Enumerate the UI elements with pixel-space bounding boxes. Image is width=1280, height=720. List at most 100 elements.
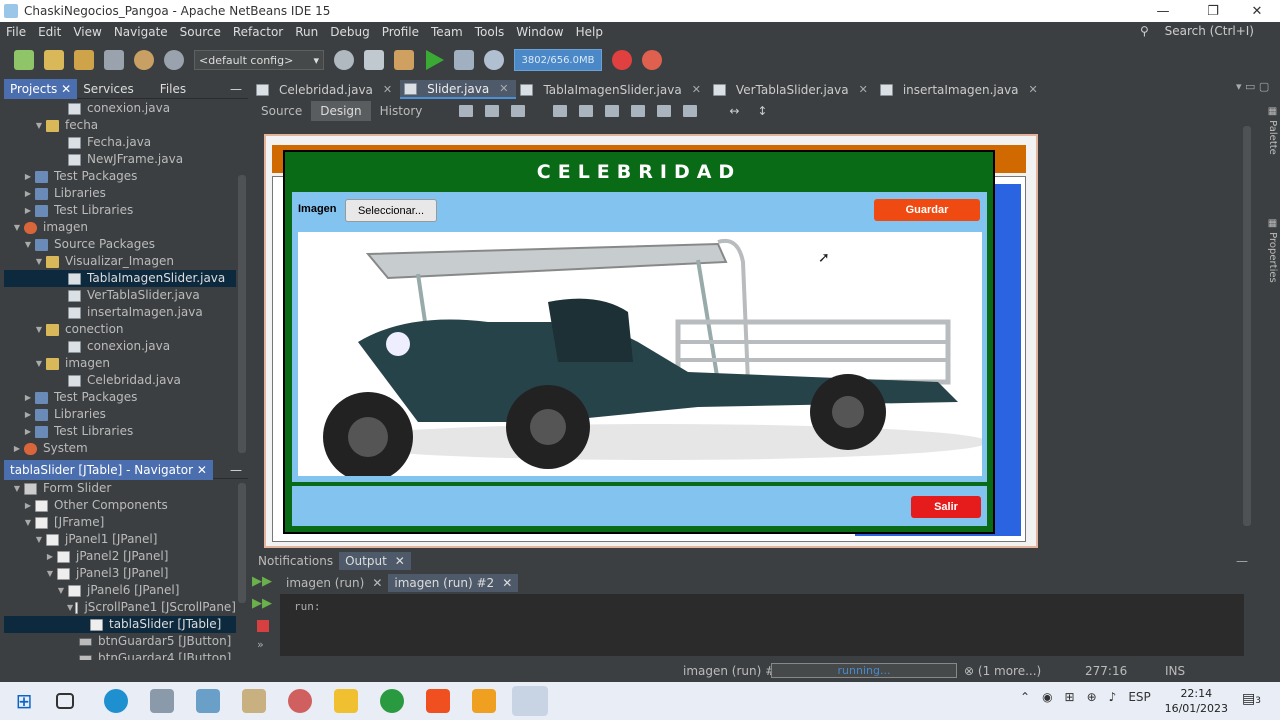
more-icon[interactable]: » — [252, 638, 278, 651]
snipping-tool-icon[interactable] — [288, 689, 312, 713]
brave-icon[interactable] — [426, 689, 450, 713]
tree-item[interactable]: tablaSlider [JTable] — [4, 616, 236, 633]
memory-indicator[interactable]: 3802/656.0MB — [514, 49, 602, 71]
properties-side-tab[interactable]: ▦ Properties — [1260, 218, 1278, 298]
expand-toggle-icon[interactable]: ▶ — [23, 168, 33, 185]
menu-file[interactable]: File — [0, 25, 32, 39]
console-output[interactable]: run: — [280, 594, 1244, 656]
globe-icon[interactable] — [334, 50, 354, 70]
expand-toggle-icon[interactable]: ▼ — [34, 253, 44, 270]
close-tab-icon[interactable]: ✕ — [383, 83, 392, 96]
tree-item[interactable]: ▼ imagen — [4, 355, 236, 372]
cancel-task-icon[interactable]: ⊗ — [964, 664, 974, 678]
expand-toggle-icon[interactable]: ▼ — [67, 599, 73, 616]
menu-team[interactable]: Team — [425, 25, 469, 39]
tree-item[interactable]: ▶ System — [4, 440, 236, 457]
minimize-button[interactable]: — — [1140, 0, 1186, 22]
app-icon[interactable] — [196, 689, 220, 713]
tree-item[interactable]: VerTablaSlider.java — [4, 287, 236, 304]
expand-toggle-icon[interactable]: ▶ — [12, 440, 22, 457]
select-image-button[interactable]: Seleccionar... — [345, 199, 437, 222]
tree-item[interactable]: insertaImagen.java — [4, 304, 236, 321]
close-button[interactable]: ✕ — [1234, 0, 1280, 22]
close-tab-icon[interactable]: ✕ — [499, 82, 508, 95]
close-tab-icon[interactable]: ✕ — [1029, 83, 1038, 96]
tree-item[interactable]: ▼ jPanel1 [JPanel] — [4, 531, 236, 548]
tree-item[interactable]: ▼ fecha — [4, 117, 236, 134]
tree-item[interactable]: ▶ Test Packages — [4, 389, 236, 406]
minimize-output-icon[interactable]: — — [1236, 554, 1248, 568]
clean-build-icon[interactable] — [394, 50, 414, 70]
palette-side-tab[interactable]: ▦ Palette — [1260, 106, 1278, 166]
build-hammer-icon[interactable] — [364, 50, 384, 70]
expand-toggle-icon[interactable]: ▼ — [34, 321, 44, 338]
tree-item[interactable]: ▼ Visualizar_Imagen — [4, 253, 236, 270]
tab-services[interactable]: Services — [77, 79, 140, 99]
menu-help[interactable]: Help — [570, 25, 609, 39]
connection-mode-icon[interactable] — [485, 105, 500, 117]
tree-item[interactable]: TablaImagenSlider.java — [4, 270, 236, 287]
align-right-icon[interactable] — [579, 105, 594, 117]
expand-toggle-icon[interactable]: ▼ — [34, 117, 44, 134]
tree-item[interactable]: ▼ imagen — [4, 219, 236, 236]
save-button[interactable]: Guardar — [874, 199, 980, 221]
tree-item[interactable]: ▶ Test Libraries — [4, 423, 236, 440]
tree-item[interactable]: ▶ Other Components — [4, 497, 236, 514]
chevron-up-icon[interactable]: ⌃ — [1020, 690, 1030, 704]
tree-item[interactable]: conexion.java — [4, 100, 236, 117]
expand-toggle-icon[interactable]: ▶ — [23, 423, 33, 440]
tree-item[interactable]: ▼ Source Packages — [4, 236, 236, 253]
tree-item[interactable]: Fecha.java — [4, 134, 236, 151]
navigator-scrollbar[interactable] — [238, 483, 246, 603]
volume-icon[interactable]: ♪ — [1109, 690, 1117, 704]
netbeans-taskbar-icon[interactable] — [512, 686, 548, 716]
tree-item[interactable]: ▼ jPanel3 [JPanel] — [4, 565, 236, 582]
canvas-scrollbar[interactable] — [1243, 126, 1251, 526]
align-left-icon[interactable] — [553, 105, 568, 117]
align-bottom-icon[interactable] — [657, 105, 672, 117]
open-project-icon[interactable] — [74, 50, 94, 70]
rerun-params-icon[interactable]: ▶▶ — [252, 596, 278, 618]
tree-item[interactable]: ▶ Test Libraries — [4, 202, 236, 219]
redo-icon[interactable] — [164, 50, 184, 70]
expand-toggle-icon[interactable]: ▼ — [34, 531, 44, 548]
expand-toggle-icon[interactable]: ▼ — [34, 355, 44, 372]
tree-item[interactable]: ▼ [JFrame] — [4, 514, 236, 531]
resize-vertical-icon[interactable]: ↕ — [757, 104, 767, 118]
expand-toggle-icon[interactable]: ▼ — [23, 514, 33, 531]
windows-start-icon[interactable]: ⊞ — [12, 689, 36, 713]
tab-notifications[interactable]: Notifications — [252, 552, 339, 570]
selection-mode-icon[interactable] — [459, 105, 474, 117]
new-project-icon[interactable] — [44, 50, 64, 70]
config-select[interactable]: <default config> ▾ — [194, 50, 324, 70]
tree-item[interactable]: Celebridad.java — [4, 372, 236, 389]
edge-icon[interactable] — [104, 689, 128, 713]
tree-item[interactable]: ▼ Form Slider — [4, 480, 236, 497]
menu-navigate[interactable]: Navigate — [108, 25, 174, 39]
expand-toggle-icon[interactable]: ▶ — [45, 548, 55, 565]
expand-toggle-icon[interactable]: ▼ — [45, 565, 55, 582]
more-tasks[interactable]: ⊗ (1 more...) — [964, 664, 1041, 678]
file-explorer-icon[interactable] — [334, 689, 358, 713]
align-top-icon[interactable] — [631, 105, 646, 117]
maximize-button[interactable]: ❐ — [1190, 0, 1236, 22]
menu-refactor[interactable]: Refactor — [227, 25, 289, 39]
tree-scrollbar[interactable] — [238, 175, 246, 453]
new-file-icon[interactable] — [14, 50, 34, 70]
tab-output[interactable]: Output ✕ — [339, 552, 411, 570]
menu-debug[interactable]: Debug — [324, 25, 375, 39]
search-box[interactable]: ⚲ Search (Ctrl+I) — [1134, 24, 1260, 38]
tree-item[interactable]: ▶ Libraries — [4, 406, 236, 423]
tree-item[interactable]: ▼ jScrollPane1 [JScrollPane] — [4, 599, 236, 616]
debug-icon[interactable] — [454, 50, 474, 70]
rerun-icon[interactable]: ▶▶ — [252, 574, 278, 596]
profiler-snapshot-icon[interactable] — [642, 50, 662, 70]
editor-tab[interactable]: Celebridad.java ✕ — [252, 80, 400, 99]
tab-source[interactable]: Source — [252, 101, 311, 121]
expand-toggle-icon[interactable]: ▶ — [23, 202, 33, 219]
tree-item[interactable]: conexion.java — [4, 338, 236, 355]
center-horizontal-icon[interactable] — [605, 105, 620, 117]
globe-tray-icon[interactable]: ⊕ — [1087, 690, 1097, 704]
task-view-icon[interactable] — [56, 693, 74, 709]
tree-item[interactable]: ▶ Libraries — [4, 185, 236, 202]
